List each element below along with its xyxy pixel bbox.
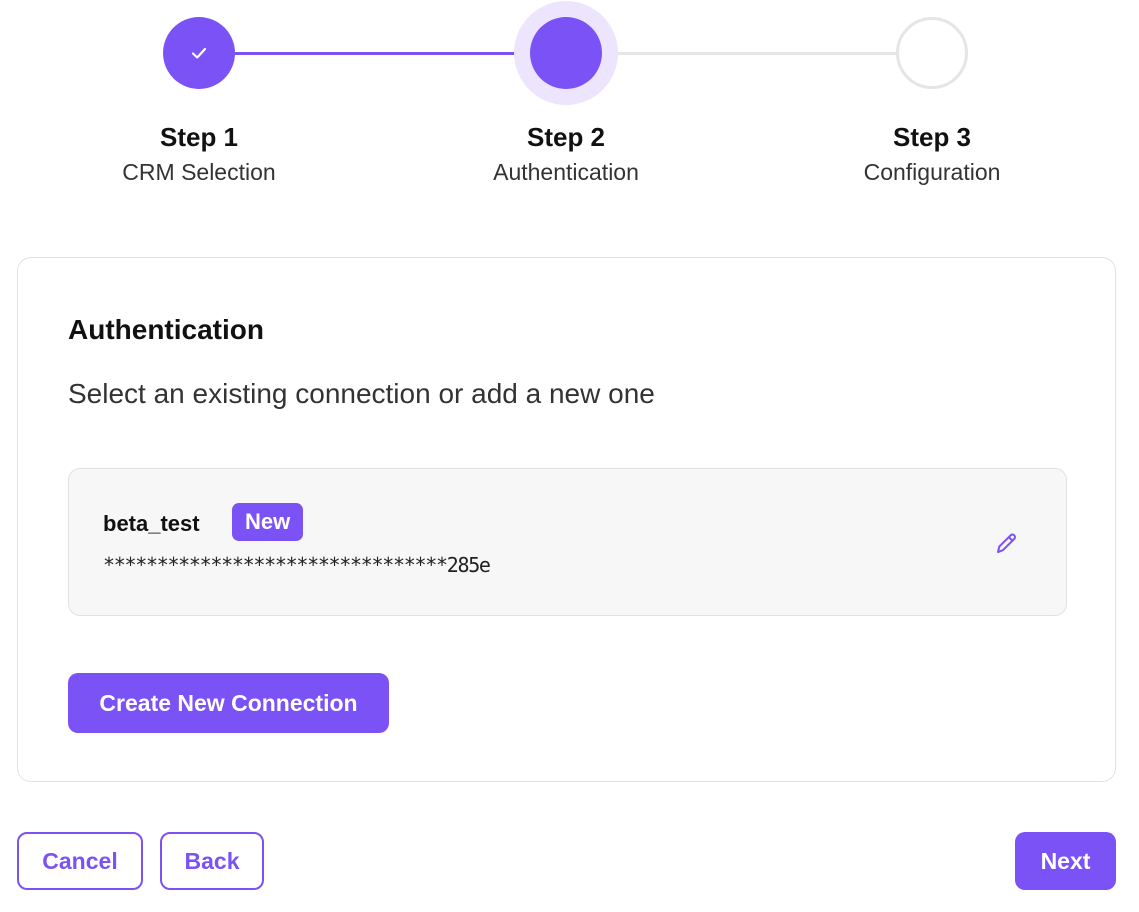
- cancel-button[interactable]: Cancel: [17, 832, 143, 890]
- step-3-indicator: [896, 17, 968, 89]
- step-3-title: Step 3: [892, 122, 972, 152]
- connection-masked-key: ********************************285e: [103, 553, 491, 577]
- authentication-card: Authentication Select an existing connec…: [17, 257, 1116, 782]
- check-icon: [191, 47, 207, 59]
- next-button[interactable]: Next: [1015, 832, 1116, 890]
- step-1-indicator: [163, 17, 235, 89]
- connection-item[interactable]: beta_test New **************************…: [68, 468, 1067, 616]
- step-2-title: Step 2: [526, 122, 606, 152]
- step-3-subtitle: Configuration: [863, 159, 1001, 185]
- step-3[interactable]: Step 3 Configuration: [802, 0, 1062, 187]
- step-2[interactable]: Step 2 Authentication: [436, 0, 696, 187]
- edit-pencil-icon[interactable]: [991, 529, 1021, 559]
- new-badge: New: [232, 503, 304, 541]
- step-2-indicator: [530, 17, 602, 89]
- create-new-connection-button[interactable]: Create New Connection: [68, 673, 389, 733]
- step-1[interactable]: Step 1 CRM Selection: [69, 0, 329, 187]
- step-1-subtitle: CRM Selection: [122, 159, 276, 185]
- stepper: Step 1 CRM Selection Step 2 Authenticati…: [0, 0, 1139, 200]
- card-title: Authentication: [68, 314, 264, 345]
- card-subtitle: Select an existing connection or add a n…: [68, 378, 655, 409]
- step-1-title: Step 1: [159, 122, 239, 152]
- connection-name: beta_test: [103, 511, 200, 536]
- back-button[interactable]: Back: [160, 832, 264, 890]
- step-2-subtitle: Authentication: [493, 159, 639, 185]
